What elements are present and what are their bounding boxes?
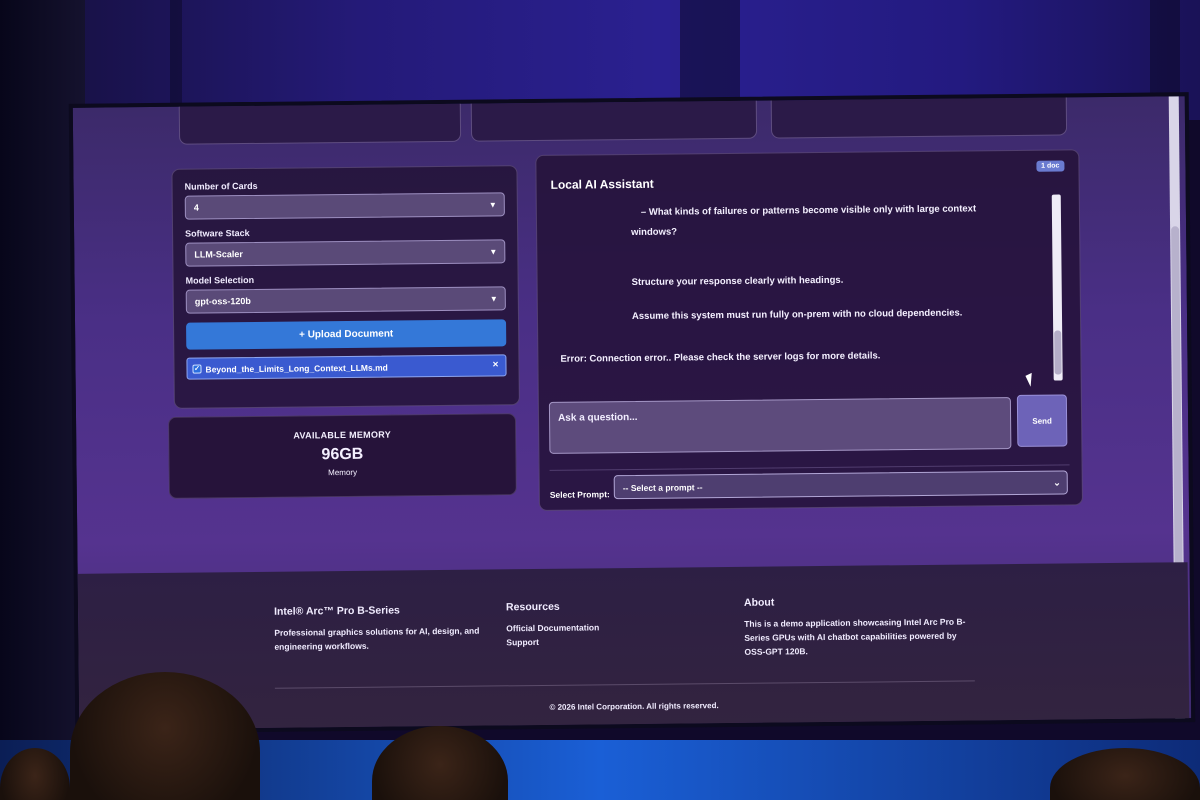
memory-value: 96GB [321,445,364,464]
chevron-down-icon: ▼ [489,247,498,257]
footer-product-title: Intel® Arc™ Pro B-Series [273,604,400,618]
prompt-select-value: -- Select a prompt -- [622,482,703,494]
model-selection-label: Model Selection [185,274,255,286]
stat-card [470,92,758,142]
message-text: windows? [631,226,678,238]
software-stack-label: Software Stack [185,227,250,239]
footer-link-support[interactable]: Support [506,633,686,649]
cards-select-value: 4 [193,202,199,213]
footer-column-resources: Resources Official Documentation Support [506,599,686,649]
configuration-panel: Number of Cards 4 ▼ Software Stack LLM-S… [171,165,520,409]
uploaded-file-item[interactable]: ✓ Beyond_the_Limits_Long_Context_LLMs.md… [186,354,507,380]
footer-divider [274,680,975,689]
stat-card [770,92,1068,139]
uploaded-file-name: Beyond_the_Limits_Long_Context_LLMs.md [205,362,388,375]
chevron-down-icon: ⌄ [1053,477,1061,488]
send-button[interactable]: Send [1016,394,1068,447]
message-text: Assume this system must run fully on-pre… [631,307,963,322]
error-message: Error: Connection error.. Please check t… [560,350,881,365]
select-prompt-label: Select Prompt: [549,489,610,500]
close-icon[interactable]: × [493,359,499,370]
model-select[interactable]: gpt-oss-120b ▼ [185,286,506,314]
footer-about-text: This is a demo application showcasing In… [744,616,966,657]
checkbox-icon[interactable]: ✓ [192,364,202,374]
chat-scrollbar-thumb[interactable] [1054,330,1062,375]
chevron-down-icon: ▼ [488,200,497,210]
doc-count-badge: 1 doc [1036,160,1065,172]
footer-about-title: About [743,596,775,609]
question-input[interactable] [548,397,1012,454]
chat-panel: Local AI Assistant 1 doc – What kinds of… [535,149,1083,511]
divider [549,464,1070,471]
audience-head [372,726,508,800]
footer-product-text: Professional graphics solutions for AI, … [274,625,480,652]
memory-sublabel: Memory [328,467,358,478]
model-select-value: gpt-oss-120b [194,295,251,307]
memory-label: AVAILABLE MEMORY [293,429,392,441]
upload-document-button[interactable]: + Upload Document [186,319,507,350]
footer-resources-title: Resources [505,600,560,614]
cards-label: Number of Cards [184,180,258,192]
message-text: – What kinds of failures or patterns bec… [640,203,977,218]
stat-card [178,93,462,145]
chat-messages[interactable]: – What kinds of failures or patterns bec… [547,197,1049,392]
memory-card: AVAILABLE MEMORY 96GB Memory [168,413,517,499]
software-stack-select[interactable]: LLM-Scaler ▼ [185,239,506,267]
footer-column-product: Intel® Arc™ Pro B-Series Professional gr… [274,604,484,654]
prompt-select[interactable]: -- Select a prompt -- ⌄ [613,470,1068,500]
message-text: Structure your response clearly with hea… [631,274,844,288]
footer-column-about: About This is a demo application showcas… [744,594,971,658]
chat-title: Local AI Assistant [550,176,654,192]
chevron-down-icon: ▼ [489,294,498,304]
cards-select[interactable]: 4 ▼ [184,192,505,220]
software-stack-value: LLM-Scaler [194,249,243,260]
projection-screen: Number of Cards 4 ▼ Software Stack LLM-S… [68,92,1196,734]
chat-scrollbar[interactable] [1051,194,1063,381]
